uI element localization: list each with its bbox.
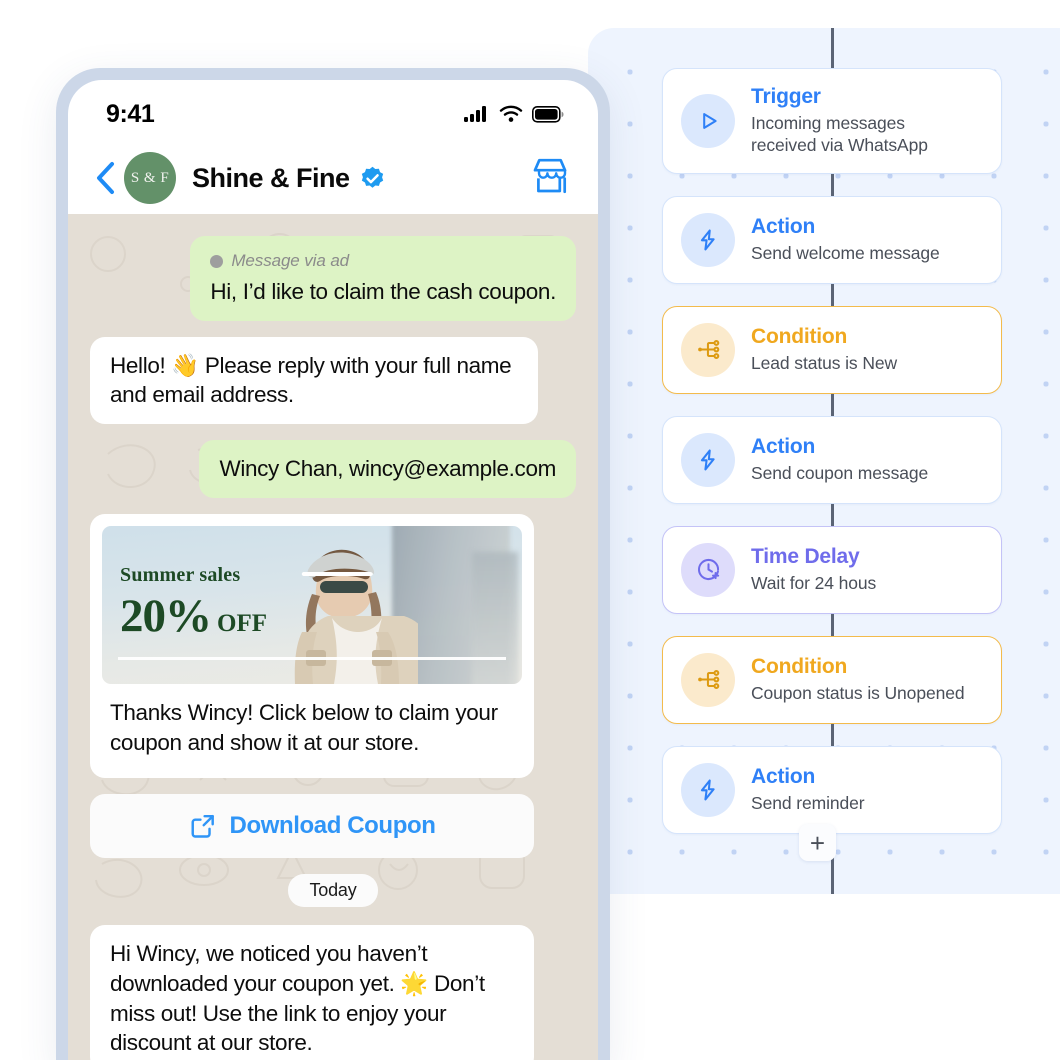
screenshot-root: Trigger Incoming messages received via W… <box>0 0 1060 1060</box>
workflow-step-action-coupon[interactable]: Action Send coupon message <box>662 415 1002 504</box>
message-text: Hi Wincy, we noticed you haven’t downloa… <box>110 940 485 1056</box>
message-row: Hi Wincy, we noticed you haven’t downloa… <box>90 924 576 1060</box>
workflow-step-text: Trigger Incoming messages received via W… <box>751 85 966 157</box>
avatar[interactable]: S & F <box>124 152 176 204</box>
wifi-icon <box>499 105 523 122</box>
day-divider: Today <box>90 873 576 907</box>
workflow-step-action-welcome[interactable]: Action Send welcome message <box>662 195 1002 284</box>
workflow-step-subtitle: Incoming messages received via WhatsApp <box>751 113 928 156</box>
back-chevron-icon <box>97 162 114 194</box>
message-row: Download Coupon <box>90 793 576 858</box>
contact-name[interactable]: Shine & Fine <box>192 163 386 194</box>
workflow-step-title: Action <box>751 215 816 239</box>
workflow-step-condition-lead[interactable]: Condition Lead status is New <box>662 305 1002 394</box>
external-link-icon <box>191 814 214 838</box>
coupon-card[interactable]: Summer sales 20% OFF Thanks Wincy! Click… <box>90 514 534 778</box>
status-bar-icons <box>464 105 564 123</box>
coupon-headline: Summer sales <box>120 564 241 587</box>
phone-mockup: 9:41 S & F Shine & Fine Message via ad H… <box>56 68 610 1060</box>
banner-divider-line <box>118 657 506 661</box>
plus-icon: + <box>809 827 826 858</box>
workflow-step-title: Time Delay <box>751 545 860 569</box>
bolt-icon <box>681 762 735 817</box>
status-bar-time: 9:41 <box>106 99 155 128</box>
bolt-icon <box>681 212 735 267</box>
coupon-card-body: Thanks Wincy! Click below to claim your … <box>110 700 498 755</box>
add-step-button[interactable]: + <box>799 824 836 861</box>
storefront-icon <box>533 158 567 193</box>
contact-name-label: Shine & Fine <box>192 162 350 193</box>
play-icon <box>681 93 735 148</box>
workflow-step-text: Action Send reminder <box>751 765 865 814</box>
day-divider-chip: Today <box>288 873 378 907</box>
coupon-discount-off: OFF <box>217 610 267 638</box>
workflow-step-title: Condition <box>751 325 848 349</box>
message-row: Wincy Chan, wincy@example.com <box>90 440 576 499</box>
message-list: Message via ad Hi, I’d like to claim the… <box>90 236 576 1060</box>
message-text: Wincy Chan, wincy@example.com <box>219 456 556 482</box>
workflow-step-title: Action <box>751 435 816 459</box>
branch-icon <box>681 322 735 377</box>
banner-building-shape-2 <box>472 552 518 685</box>
workflow-step-action-reminder[interactable]: Action Send reminder <box>662 745 1002 834</box>
phone-screen: 9:41 S & F Shine & Fine Message via ad H… <box>68 80 598 1060</box>
ad-dot-icon <box>210 254 224 268</box>
workflow-step-condition-coupon[interactable]: Condition Coupon status is Unopened <box>662 635 1002 724</box>
workflow-step-trigger[interactable]: Trigger Incoming messages received via W… <box>662 68 1002 174</box>
message-bubble-ad[interactable]: Message via ad Hi, I’d like to claim the… <box>190 236 576 321</box>
message-bubble[interactable]: Hello! 👋 Please reply with your full nam… <box>90 336 538 425</box>
workflow-step-subtitle: Wait for 24 hous <box>751 573 877 594</box>
banner-model-photo <box>294 549 418 685</box>
clock-plus-icon <box>681 542 735 597</box>
message-via-ad-label: Message via ad <box>210 250 556 273</box>
back-button[interactable] <box>90 161 120 195</box>
status-bar: 9:41 <box>68 80 598 142</box>
battery-icon <box>532 105 564 123</box>
workflow-step-title: Trigger <box>751 85 821 108</box>
workflow-step-title: Action <box>751 765 816 789</box>
message-text: Hello! 👋 Please reply with your full nam… <box>110 352 512 408</box>
workflow-step-title: Condition <box>751 655 848 679</box>
workflow-step-list: Trigger Incoming messages received via W… <box>662 68 1002 856</box>
download-coupon-label: Download Coupon <box>229 811 436 839</box>
workflow-panel: Trigger Incoming messages received via W… <box>588 28 1060 894</box>
coupon-banner-image: Summer sales 20% OFF <box>102 526 522 685</box>
message-row: Message via ad Hi, I’d like to claim the… <box>90 236 576 321</box>
chat-header: S & F Shine & Fine <box>68 142 598 214</box>
cellular-signal-icon <box>464 106 486 122</box>
message-row: Hello! 👋 Please reply with your full nam… <box>90 336 576 425</box>
workflow-step-text: Action Send coupon message <box>751 435 928 484</box>
download-coupon-button[interactable]: Download Coupon <box>90 793 534 858</box>
coupon-discount-value: 20% <box>120 590 212 643</box>
workflow-step-subtitle: Send reminder <box>751 793 865 814</box>
message-text: Hi, I’d like to claim the cash coupon. <box>210 278 556 304</box>
coupon-banner-text: Summer sales 20% OFF <box>120 564 267 643</box>
workflow-step-subtitle: Send welcome message <box>751 243 940 264</box>
ad-label-text: Message via ad <box>231 251 350 270</box>
coupon-discount: 20% OFF <box>120 589 267 643</box>
workflow-step-subtitle: Coupon status is Unopened <box>751 683 965 704</box>
chat-body: Message via ad Hi, I’d like to claim the… <box>68 214 598 1060</box>
workflow-step-time-delay[interactable]: Time Delay Wait for 24 hous <box>662 525 1002 614</box>
workflow-step-text: Condition Coupon status is Unopened <box>751 655 965 704</box>
message-row: Summer sales 20% OFF Thanks Wincy! Click… <box>90 514 576 778</box>
branch-icon <box>681 652 735 707</box>
message-bubble[interactable]: Wincy Chan, wincy@example.com <box>199 440 576 499</box>
verified-badge-icon <box>361 166 383 188</box>
avatar-initials: S & F <box>130 169 170 186</box>
storefront-button[interactable] <box>528 156 572 201</box>
workflow-step-subtitle: Send coupon message <box>751 463 929 484</box>
workflow-step-text: Action Send welcome message <box>751 215 940 264</box>
workflow-step-subtitle: Lead status is New <box>751 353 898 374</box>
message-bubble-reminder[interactable]: Hi Wincy, we noticed you haven’t downloa… <box>90 924 534 1060</box>
bolt-icon <box>681 432 735 487</box>
workflow-step-text: Condition Lead status is New <box>751 325 897 374</box>
workflow-step-text: Time Delay Wait for 24 hous <box>751 545 876 594</box>
